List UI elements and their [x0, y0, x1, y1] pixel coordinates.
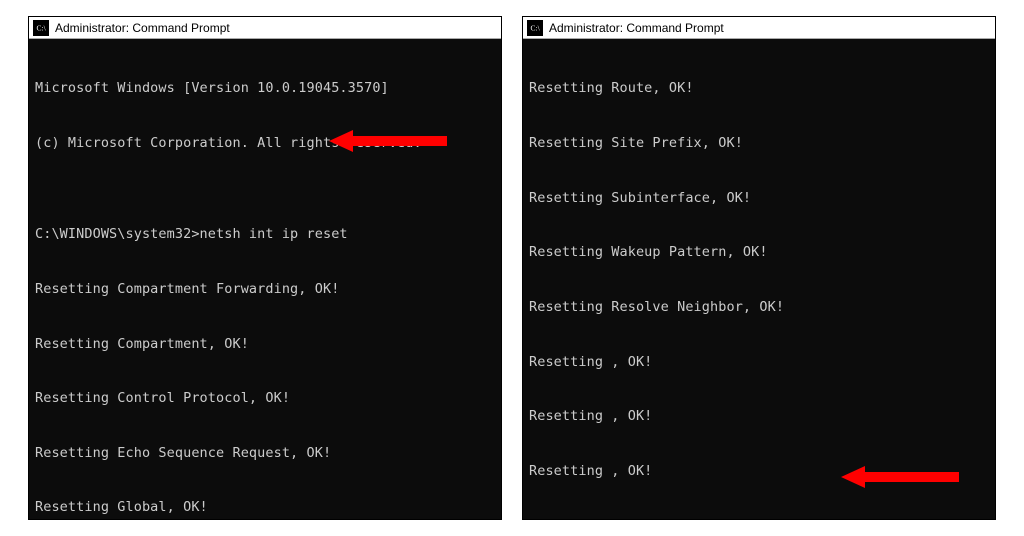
cmd-prompt-icon: C:\ [33, 20, 49, 36]
term-line: Resetting Site Prefix, OK! [529, 134, 989, 152]
term-line: Resetting Subinterface, OK! [529, 189, 989, 207]
term-line: (c) Microsoft Corporation. All rights re… [35, 134, 495, 152]
window-title-left: Administrator: Command Prompt [55, 21, 230, 35]
term-line: Resetting Compartment, OK! [35, 335, 495, 353]
term-line: Resetting , OK! [529, 462, 989, 480]
window-title-right: Administrator: Command Prompt [549, 21, 724, 35]
term-line: Resetting , OK! [529, 407, 989, 425]
terminal-left[interactable]: Microsoft Windows [Version 10.0.19045.35… [29, 39, 501, 519]
term-line: Resetting Global, OK! [35, 498, 495, 516]
term-line: Resetting , OK! [529, 517, 989, 519]
cmd-prompt-icon: C:\ [527, 20, 543, 36]
terminal-right[interactable]: Resetting Route, OK! Resetting Site Pref… [523, 39, 995, 519]
term-line: Resetting Route, OK! [529, 79, 989, 97]
term-line: Resetting Echo Sequence Request, OK! [35, 444, 495, 462]
term-line: Resetting Wakeup Pattern, OK! [529, 243, 989, 261]
term-line: Microsoft Windows [Version 10.0.19045.35… [35, 79, 495, 97]
titlebar-right: C:\ Administrator: Command Prompt [523, 17, 995, 39]
term-line: Resetting Compartment Forwarding, OK! [35, 280, 495, 298]
right-cmd-window[interactable]: C:\ Administrator: Command Prompt Resett… [522, 16, 996, 520]
left-cmd-window[interactable]: C:\ Administrator: Command Prompt Micros… [28, 16, 502, 520]
term-line: Resetting Resolve Neighbor, OK! [529, 298, 989, 316]
titlebar-left: C:\ Administrator: Command Prompt [29, 17, 501, 39]
term-line: Resetting , OK! [529, 353, 989, 371]
svg-text:C:\: C:\ [531, 23, 541, 32]
term-line: Resetting Control Protocol, OK! [35, 389, 495, 407]
svg-text:C:\: C:\ [37, 23, 47, 32]
term-line: C:\WINDOWS\system32>netsh int ip reset [35, 225, 495, 243]
